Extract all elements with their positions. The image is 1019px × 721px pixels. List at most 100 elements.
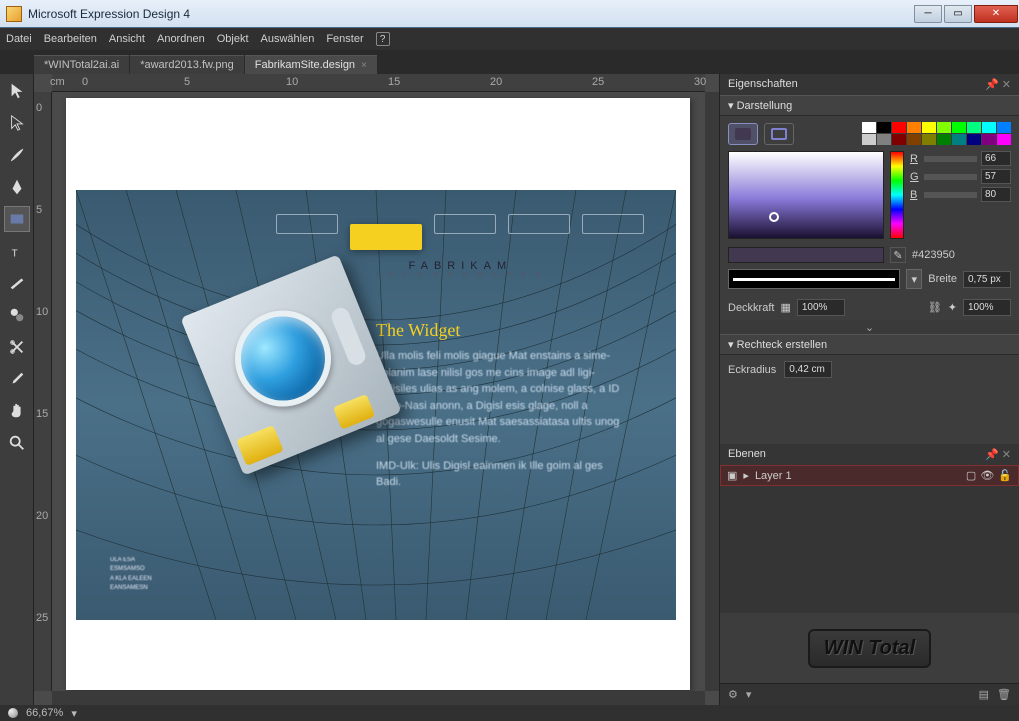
opacity-input[interactable]: 100%: [797, 299, 845, 316]
svg-text:T: T: [11, 248, 17, 259]
swatch[interactable]: [967, 122, 981, 133]
gradient-tool[interactable]: [4, 302, 30, 328]
swatch[interactable]: [967, 134, 981, 145]
paintbucket-tool[interactable]: [4, 270, 30, 296]
tab-award[interactable]: *award2013.fw.png: [130, 55, 244, 74]
help-icon[interactable]: ?: [376, 32, 390, 46]
pen-tool[interactable]: [4, 174, 30, 200]
lock-icon[interactable]: 🔓: [998, 469, 1012, 482]
swatch[interactable]: [997, 122, 1011, 133]
delete-layer-icon[interactable]: 🗑: [997, 688, 1011, 701]
swatch[interactable]: [892, 134, 906, 145]
zoom-value[interactable]: 66,67%: [26, 707, 63, 719]
zoom-tool[interactable]: [4, 430, 30, 456]
scrollbar-vertical[interactable]: [705, 92, 719, 691]
hand-tool[interactable]: [4, 398, 30, 424]
swatch[interactable]: [982, 134, 996, 145]
stroke-width-input[interactable]: 0,75 px: [963, 271, 1011, 288]
swatch[interactable]: [862, 134, 876, 145]
r-slider[interactable]: [924, 156, 977, 162]
menu-ansicht[interactable]: Ansicht: [109, 33, 145, 45]
zoom-dropdown-icon[interactable]: ▾: [71, 707, 77, 720]
swatch[interactable]: [877, 122, 891, 133]
selection-tool[interactable]: [4, 78, 30, 104]
swatch[interactable]: [877, 134, 891, 145]
nav-item: [508, 214, 570, 234]
swatch[interactable]: [952, 134, 966, 145]
properties-panel: Eigenschaften 📌 ✕ ▾ Darstellung R G B: [719, 74, 1019, 705]
link-icon[interactable]: ⛓: [928, 301, 942, 314]
swatch[interactable]: [937, 134, 951, 145]
swatch[interactable]: [892, 122, 906, 133]
scrollbar-horizontal[interactable]: [52, 691, 705, 705]
stroke-toggle[interactable]: [764, 123, 794, 145]
swatch[interactable]: [907, 134, 921, 145]
swatch[interactable]: [907, 122, 921, 133]
menu-datei[interactable]: Datei: [6, 33, 32, 45]
minimize-button[interactable]: ─: [914, 5, 942, 23]
menu-objekt[interactable]: Objekt: [217, 33, 249, 45]
swatch[interactable]: [952, 122, 966, 133]
menu-fenster[interactable]: Fenster: [326, 33, 363, 45]
swatch[interactable]: [937, 122, 951, 133]
layer-color-icon[interactable]: ▢: [966, 469, 976, 482]
pin-icon[interactable]: 📌 ✕: [985, 448, 1011, 461]
scissors-tool[interactable]: [4, 334, 30, 360]
eyedropper-tool[interactable]: [4, 366, 30, 392]
r-input[interactable]: [981, 151, 1011, 166]
ruler-vertical: 0 5 10 15 20 25: [34, 92, 52, 691]
g-slider[interactable]: [924, 174, 977, 180]
tab-close-icon[interactable]: ×: [361, 60, 367, 71]
toolbar: T: [0, 74, 34, 705]
color-preview: [728, 247, 884, 263]
swatch[interactable]: [997, 134, 1011, 145]
menu-bearbeiten[interactable]: Bearbeiten: [44, 33, 97, 45]
width-label: Breite: [928, 273, 957, 285]
menubar: Datei Bearbeiten Ansicht Anordnen Objekt…: [0, 28, 1019, 50]
layer-row[interactable]: ▣ ▸ Layer 1 ▢ 👁 🔓: [720, 465, 1019, 486]
effects-icon[interactable]: ✦: [948, 301, 957, 314]
maximize-button[interactable]: ▭: [944, 5, 972, 23]
stroke-preview[interactable]: [728, 269, 900, 289]
rectangle-tool[interactable]: [4, 206, 30, 232]
canvas[interactable]: FABRIKAM I N C O R P O R A T E D The Wid…: [52, 92, 705, 691]
color-field[interactable]: [728, 151, 884, 239]
eyedropper-icon[interactable]: ✎: [890, 247, 906, 263]
b-input[interactable]: [981, 187, 1011, 202]
pin-icon[interactable]: 📌 ✕: [985, 78, 1011, 91]
hex-value[interactable]: #423950: [912, 249, 955, 261]
text-tool[interactable]: T: [4, 238, 30, 264]
layer-expand-icon[interactable]: ▸: [743, 469, 749, 482]
swatch[interactable]: [922, 122, 936, 133]
swatch[interactable]: [982, 122, 996, 133]
opacity2-input[interactable]: 100%: [963, 299, 1011, 316]
color-swatches[interactable]: [862, 122, 1011, 145]
g-input[interactable]: [981, 169, 1011, 184]
close-button[interactable]: ✕: [974, 5, 1018, 23]
tab-fabrikam[interactable]: FabrikamSite.design×: [245, 55, 377, 74]
visibility-icon[interactable]: 👁: [980, 469, 994, 482]
menu-anordnen[interactable]: Anordnen: [157, 33, 205, 45]
swatch[interactable]: [922, 134, 936, 145]
menu-auswaehlen[interactable]: Auswählen: [261, 33, 315, 45]
settings-icon[interactable]: ⚙: [728, 688, 738, 701]
widget-body: Ulla molis feli molis giague Mat enstain…: [376, 348, 626, 491]
direct-select-tool[interactable]: [4, 110, 30, 136]
b-slider[interactable]: [924, 192, 977, 198]
status-indicator-icon: [8, 708, 18, 718]
tab-wintotal[interactable]: *WINTotal2ai.ai: [34, 55, 129, 74]
appearance-section[interactable]: ▾ Darstellung: [720, 95, 1019, 116]
swatch[interactable]: [862, 122, 876, 133]
stroke-style-dropdown[interactable]: ▾: [906, 269, 922, 289]
expander-toggle[interactable]: ⌄: [720, 320, 1019, 334]
opacity-icon[interactable]: ▦: [780, 301, 790, 314]
nav-item: [434, 214, 496, 234]
fill-toggle[interactable]: [728, 123, 758, 145]
new-layer-icon[interactable]: ▤: [979, 688, 989, 701]
hue-slider[interactable]: [890, 151, 904, 239]
brush-tool[interactable]: [4, 142, 30, 168]
properties-title: Eigenschaften 📌 ✕: [720, 74, 1019, 95]
rect-section[interactable]: ▾ Rechteck erstellen: [720, 334, 1019, 355]
layer-name[interactable]: Layer 1: [755, 470, 792, 482]
corner-radius-input[interactable]: 0,42 cm: [784, 361, 832, 378]
